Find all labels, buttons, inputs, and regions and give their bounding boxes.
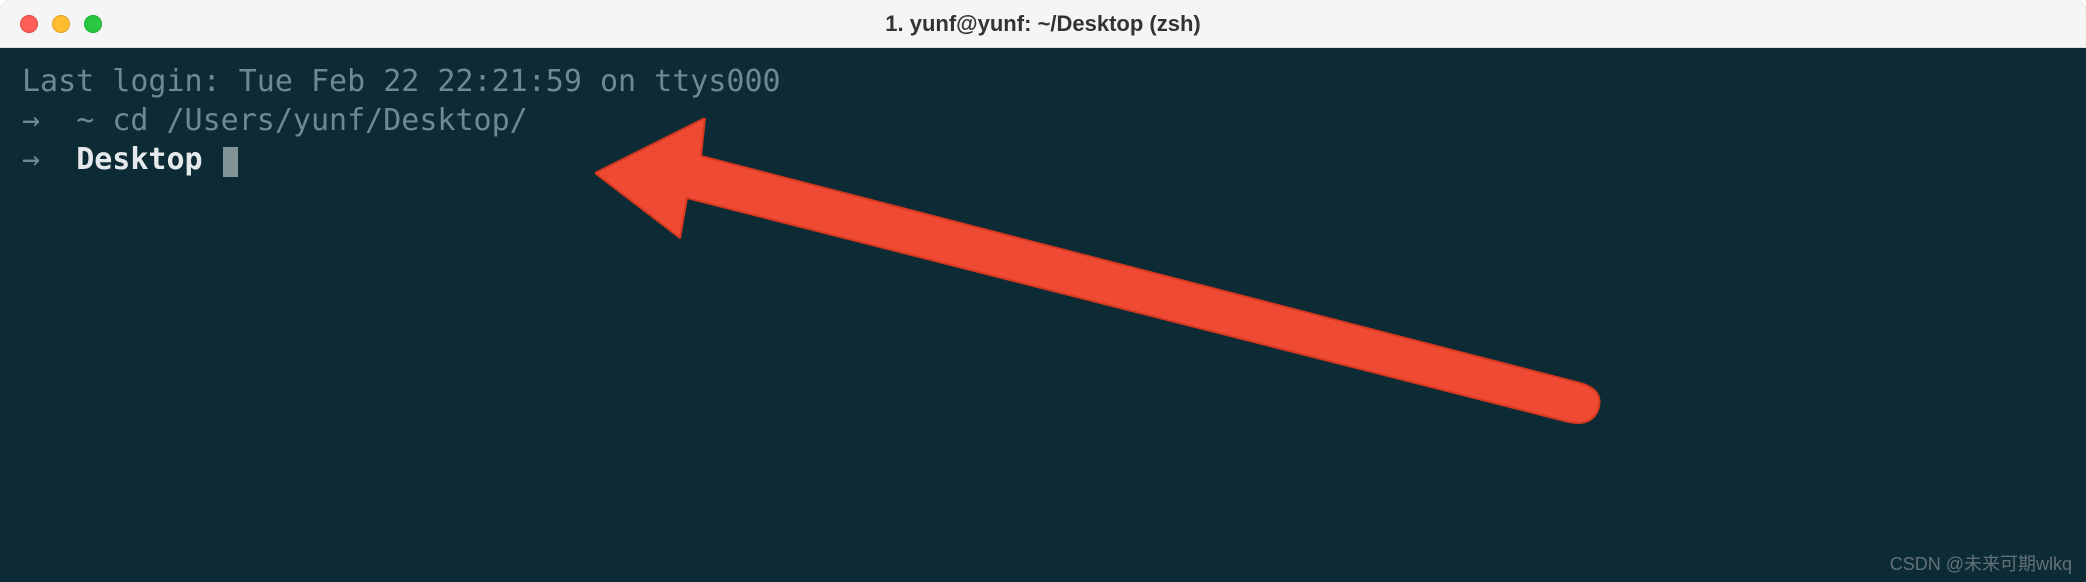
- maximize-icon[interactable]: [84, 15, 102, 33]
- watermark: CSDN @未来可期wlkq: [1890, 550, 2072, 576]
- prompt-path: ~: [76, 103, 94, 138]
- prompt-arrow-icon: →: [22, 103, 40, 138]
- command-text: cd /Users/yunf/Desktop/: [112, 103, 527, 138]
- window-title: 1. yunf@yunf: ~/Desktop (zsh): [885, 11, 1200, 37]
- titlebar: 1. yunf@yunf: ~/Desktop (zsh): [0, 0, 2086, 48]
- command-line-2: → Desktop: [22, 140, 2064, 179]
- current-directory: Desktop: [76, 142, 202, 177]
- command-line-1: → ~ cd /Users/yunf/Desktop/: [22, 101, 2064, 140]
- cursor-icon: [223, 147, 238, 177]
- close-icon[interactable]: [20, 15, 38, 33]
- traffic-lights: [20, 15, 102, 33]
- terminal-body[interactable]: Last login: Tue Feb 22 22:21:59 on ttys0…: [0, 48, 2086, 582]
- last-login-line: Last login: Tue Feb 22 22:21:59 on ttys0…: [22, 62, 2064, 101]
- minimize-icon[interactable]: [52, 15, 70, 33]
- terminal-window: 1. yunf@yunf: ~/Desktop (zsh) Last login…: [0, 0, 2086, 582]
- prompt-arrow-icon: →: [22, 142, 40, 177]
